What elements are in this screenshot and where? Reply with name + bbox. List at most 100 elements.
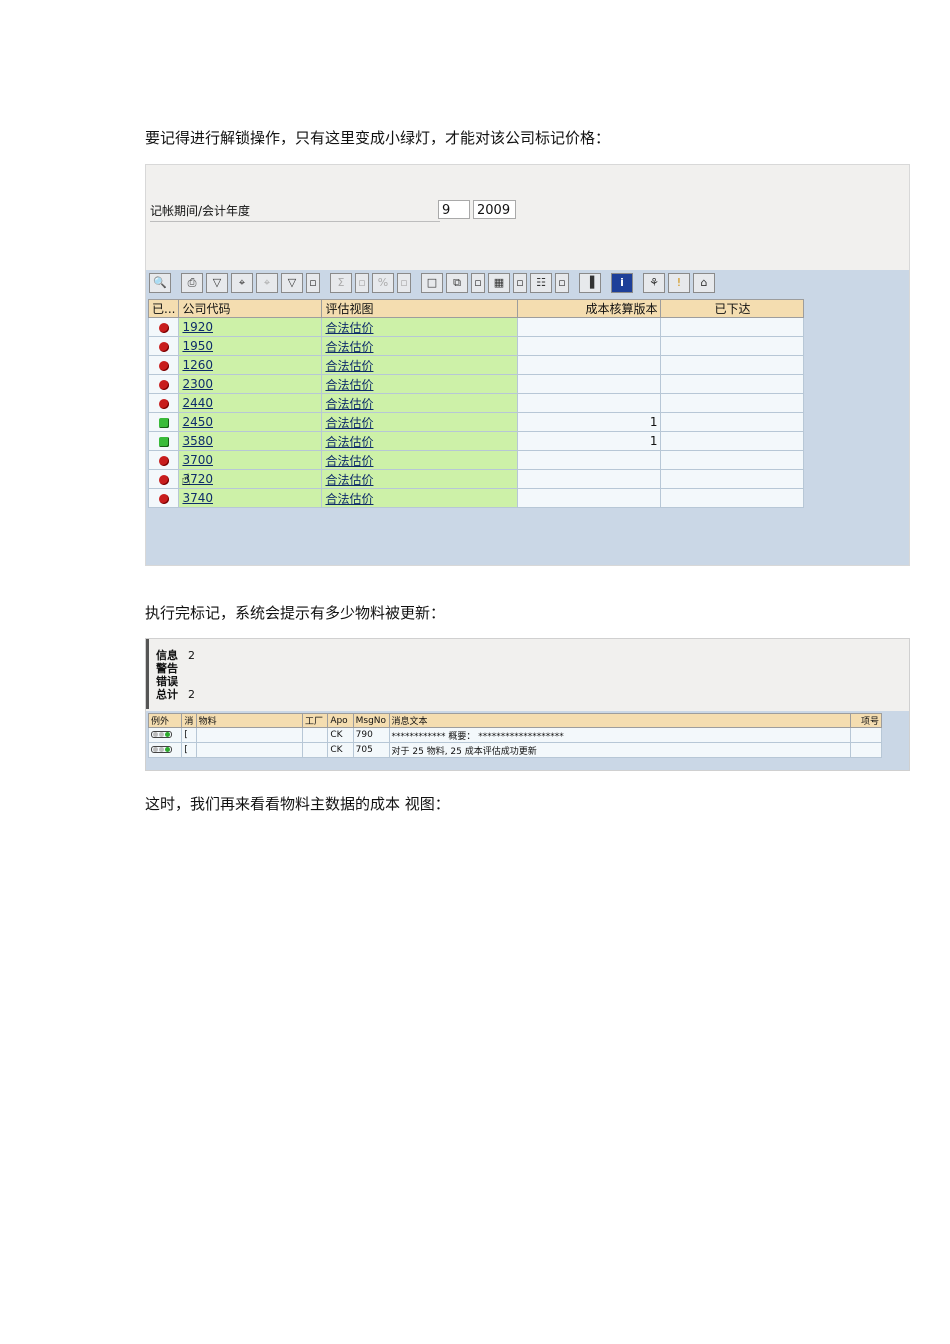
valuation-view-link[interactable]: 合法估价	[325, 473, 373, 487]
company-code-link[interactable]: 2450	[182, 415, 213, 429]
company-code-cell: 3580	[178, 431, 323, 451]
print-preview-icon[interactable]: □	[421, 273, 443, 293]
mark-icon[interactable]: ⌂	[693, 273, 715, 293]
company-code-link[interactable]: 3700	[182, 453, 213, 467]
company-code-link[interactable]: 1260	[182, 358, 213, 372]
company-code-cell: 2450	[178, 412, 323, 432]
valuation-view-link[interactable]: 合法估价	[325, 416, 373, 430]
plant-cell	[301, 727, 329, 743]
col-costing-version[interactable]: 成本核算版本	[517, 299, 662, 318]
col-exception[interactable]: 例外	[147, 713, 183, 728]
message-text-cell: ************ 概要： *******************	[388, 727, 851, 743]
costing-version-cell	[517, 374, 662, 394]
layout-icon[interactable]: ☷	[530, 273, 552, 293]
traffic-light-icon	[151, 746, 172, 753]
alv-grid-area: 🔍 ⎙ ▽ ⌖ ⌖ ▽ ▫ Σ ▫ % ▫ □ ⧉ ▫ ▦ ▫ ☷ ▫ ▐ i	[146, 270, 909, 565]
company-code-link[interactable]: 3740	[182, 491, 213, 505]
mouse-pointer-icon: ☝	[181, 470, 191, 489]
find-icon[interactable]: ⌖	[231, 273, 253, 293]
status-lamp[interactable]	[147, 336, 180, 356]
dropdown-icon[interactable]: ▫	[306, 273, 320, 293]
set-filter-icon[interactable]: ▽	[281, 273, 303, 293]
col-company-code[interactable]: 公司代码	[178, 299, 323, 318]
release-icon[interactable]: ⚘	[643, 273, 665, 293]
costing-version-cell: 1	[517, 431, 662, 451]
dropdown-icon[interactable]: ▫	[397, 273, 411, 293]
status-lamp[interactable]	[147, 412, 180, 432]
table-row: 3720 合法估价	[147, 469, 805, 489]
col-item[interactable]: 项号	[849, 713, 883, 728]
costing-version-cell: 1	[517, 412, 662, 432]
green-light-icon	[158, 417, 169, 428]
valuation-view-link[interactable]: 合法估价	[325, 454, 373, 468]
item-cell	[849, 742, 883, 758]
status-lamp[interactable]	[147, 393, 180, 413]
export-icon[interactable]: ⧉	[446, 273, 468, 293]
exception-cell[interactable]	[147, 742, 183, 758]
col-valuation-view[interactable]: 评估视图	[321, 299, 519, 318]
msgno-cell: 790	[352, 727, 390, 743]
dropdown-icon[interactable]: ▫	[513, 273, 527, 293]
year-field[interactable]: 2009	[473, 200, 516, 219]
status-lamp[interactable]	[147, 469, 180, 489]
table-row: 3580 合法估价 1	[147, 431, 805, 451]
unlock-icon[interactable]: !	[668, 273, 690, 293]
company-code-link[interactable]: 1920	[182, 320, 213, 334]
company-code-link[interactable]: 3580	[182, 434, 213, 448]
col-released[interactable]: 已下达	[660, 299, 805, 318]
dropdown-icon[interactable]: ▫	[355, 273, 369, 293]
valuation-view-link[interactable]: 合法估价	[325, 378, 373, 392]
status-lamp[interactable]	[147, 488, 180, 508]
col-apo[interactable]: Apo	[327, 713, 354, 728]
company-code-link[interactable]: 1950	[182, 339, 213, 353]
valuation-view-link[interactable]: 合法估价	[325, 321, 373, 335]
released-cell	[660, 412, 805, 432]
status-lamp[interactable]	[147, 355, 180, 375]
company-code-link[interactable]: 2440	[182, 396, 213, 410]
detail-icon[interactable]: 🔍	[149, 273, 171, 293]
info-icon[interactable]: i	[611, 273, 633, 293]
msg-cell: [	[181, 742, 197, 758]
dropdown-icon[interactable]: ▫	[555, 273, 569, 293]
col-msgno[interactable]: MsgNo	[352, 713, 390, 728]
paragraph-next: 这时，我们再来看看物料主数据的成本 视图：	[145, 795, 450, 813]
status-lamp[interactable]	[147, 450, 180, 470]
company-code-link[interactable]: 2300	[182, 377, 213, 391]
red-light-icon	[158, 398, 169, 409]
col-message-text[interactable]: 消息文本	[388, 713, 851, 728]
costing-version-cell	[517, 355, 662, 375]
filter-icon[interactable]: ▽	[206, 273, 228, 293]
valuation-view-link[interactable]: 合法估价	[325, 340, 373, 354]
valuation-view-link[interactable]: 合法估价	[325, 435, 373, 449]
valuation-view-link[interactable]: 合法估价	[325, 397, 373, 411]
col-plant[interactable]: 工厂	[301, 713, 329, 728]
valuation-view-cell: 合法估价	[321, 317, 519, 337]
valuation-view-link[interactable]: 合法估价	[325, 359, 373, 373]
subtotal-icon[interactable]: %	[372, 273, 394, 293]
status-lamp[interactable]	[147, 431, 180, 451]
sum-icon[interactable]: Σ	[330, 273, 352, 293]
table-row: 1950 合法估价	[147, 336, 805, 356]
period-label: 记帐期间/会计年度	[150, 202, 440, 222]
print-icon[interactable]: ⎙	[181, 273, 203, 293]
valuation-view-cell: 合法估价	[321, 393, 519, 413]
alv-toolbar: 🔍 ⎙ ▽ ⌖ ⌖ ▽ ▫ Σ ▫ % ▫ □ ⧉ ▫ ▦ ▫ ☷ ▫ ▐ i	[149, 273, 715, 295]
period-field[interactable]: 9	[438, 200, 470, 219]
find-next-icon[interactable]: ⌖	[256, 273, 278, 293]
status-lamp[interactable]	[147, 374, 180, 394]
spreadsheet-icon[interactable]: ▦	[488, 273, 510, 293]
apo-cell: CK	[327, 742, 354, 758]
col-msg[interactable]: 消	[181, 713, 197, 728]
released-cell	[660, 393, 805, 413]
red-light-icon	[158, 455, 169, 466]
released-cell	[660, 336, 805, 356]
dropdown-icon[interactable]: ▫	[471, 273, 485, 293]
valuation-view-cell: 合法估价	[321, 412, 519, 432]
col-status[interactable]: 已...	[147, 299, 180, 318]
valuation-view-link[interactable]: 合法估价	[325, 492, 373, 506]
exception-cell[interactable]	[147, 727, 183, 743]
graphic-icon[interactable]: ▐	[579, 273, 601, 293]
costing-version-cell	[517, 393, 662, 413]
status-lamp[interactable]	[147, 317, 180, 337]
col-material[interactable]: 物料	[195, 713, 303, 728]
